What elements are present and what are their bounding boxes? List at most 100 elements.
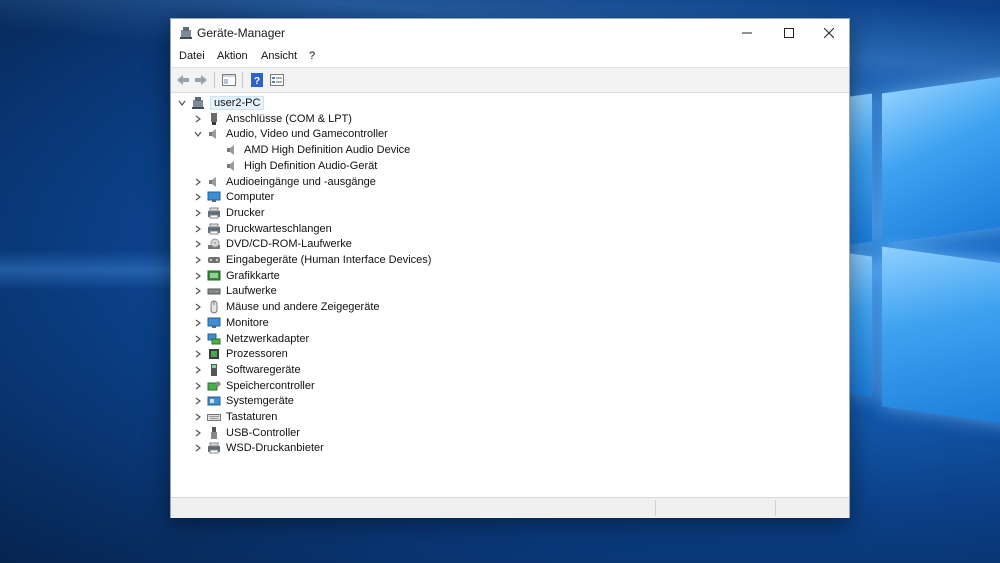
tree-category[interactable]: Eingabegeräte (Human Interface Devices) — [193, 252, 431, 268]
tree-device-label: High Definition Audio-Gerät — [244, 159, 378, 172]
close-button[interactable] — [809, 19, 849, 47]
title-bar[interactable]: Geräte-Manager — [171, 19, 849, 47]
chevron-down-icon[interactable] — [193, 129, 203, 139]
status-bar — [171, 497, 849, 518]
tree-category[interactable]: Monitore — [193, 315, 269, 331]
tree-category[interactable]: USB-Controller — [193, 425, 300, 441]
chevron-right-icon[interactable] — [193, 334, 203, 344]
tree-category-label: Monitore — [226, 316, 269, 329]
printer-icon — [207, 222, 221, 236]
tree-category[interactable]: WSD-Druckanbieter — [193, 440, 324, 456]
chevron-right-icon[interactable] — [193, 208, 203, 218]
view-icon[interactable] — [269, 72, 285, 88]
tree-category[interactable]: Systemgeräte — [193, 393, 294, 409]
tree-category-label: Mäuse und andere Zeigegeräte — [226, 301, 380, 314]
chevron-right-icon[interactable] — [193, 349, 203, 359]
chevron-right-icon[interactable] — [193, 302, 203, 312]
tree-category[interactable]: Tastaturen — [193, 409, 277, 425]
chevron-right-icon[interactable] — [193, 443, 203, 453]
tree-category-label: Eingabegeräte (Human Interface Devices) — [226, 254, 432, 266]
tree-category[interactable]: Speichercontroller — [193, 378, 315, 394]
tree-category-label: DVD/CD-ROM-Laufwerke — [226, 238, 352, 251]
forward-arrow-icon[interactable] — [193, 72, 209, 88]
tree-category[interactable]: Grafikkarte — [193, 268, 280, 284]
chevron-right-icon[interactable] — [193, 396, 203, 406]
chevron-right-icon[interactable] — [193, 318, 203, 328]
tree-device[interactable]: AMD High Definition Audio Device — [225, 142, 410, 158]
help-icon[interactable]: ? — [249, 72, 265, 88]
tree-category[interactable]: Laufwerke — [193, 283, 277, 299]
tree-category-label: Anschlüsse (COM & LPT) — [226, 112, 352, 125]
speaker-icon — [225, 143, 239, 157]
chevron-right-icon[interactable] — [193, 428, 203, 438]
minimize-button[interactable] — [727, 19, 767, 47]
chevron-right-icon[interactable] — [193, 114, 203, 124]
speaker-icon — [225, 159, 239, 173]
device-manager-icon — [179, 26, 193, 40]
menu-help[interactable]: ? — [309, 50, 315, 62]
tree-category[interactable]: Audioeingänge und -ausgänge — [193, 174, 376, 190]
minimize-icon — [742, 32, 752, 34]
system-device-icon — [207, 394, 221, 408]
toolbar-separator — [242, 72, 243, 88]
tree-category[interactable]: Audio, Video und Gamecontroller — [193, 126, 388, 142]
chevron-right-icon[interactable] — [193, 412, 203, 422]
tree-category-label: WSD-Druckanbieter — [226, 442, 324, 455]
menu-ansicht[interactable]: Ansicht — [261, 50, 297, 62]
tree-category-label: Druckwarteschlangen — [226, 222, 332, 235]
chevron-right-icon[interactable] — [193, 177, 203, 187]
tree-category-label: Computer — [226, 191, 275, 204]
printer-icon — [207, 441, 221, 455]
chevron-right-icon[interactable] — [193, 255, 203, 265]
tree-category-label: Laufwerke — [226, 285, 277, 298]
properties-icon[interactable] — [221, 72, 237, 88]
tree-category[interactable]: Drucker — [193, 205, 265, 221]
tree-category[interactable]: Mäuse und andere Zeigegeräte — [193, 299, 380, 315]
chevron-right-icon[interactable] — [193, 224, 203, 234]
tree-device-label: AMD High Definition Audio Device — [244, 144, 411, 157]
chevron-right-icon[interactable] — [193, 381, 203, 391]
tree-category[interactable]: Anschlüsse (COM & LPT) — [193, 111, 352, 127]
chevron-right-icon[interactable] — [193, 365, 203, 375]
chevron-right-icon[interactable] — [193, 286, 203, 296]
tree-category[interactable]: Druckwarteschlangen — [193, 221, 332, 237]
back-arrow-icon[interactable] — [175, 72, 191, 88]
windows-logo-wallpaper — [850, 72, 1000, 475]
chevron-right-icon[interactable] — [193, 192, 203, 202]
tree-category-label: Softwaregeräte — [226, 363, 301, 376]
tree-root[interactable]: user2-PC — [177, 95, 265, 111]
menu-aktion[interactable]: Aktion — [217, 50, 248, 62]
speaker-icon — [207, 175, 221, 189]
printer-icon — [207, 206, 221, 220]
status-segment — [775, 500, 848, 516]
tree-category-label: Audioeingänge und -ausgänge — [226, 175, 376, 188]
chevron-right-icon[interactable] — [193, 239, 203, 249]
maximize-icon — [784, 28, 794, 38]
tree-device[interactable]: High Definition Audio-Gerät — [225, 158, 377, 174]
tree-category[interactable]: Softwaregeräte — [193, 362, 301, 378]
maximize-button[interactable] — [769, 19, 809, 47]
chevron-right-icon[interactable] — [193, 271, 203, 281]
mouse-icon — [207, 300, 221, 314]
tree-category-label: Prozessoren — [226, 348, 288, 361]
tree-category-label: Systemgeräte — [226, 395, 294, 408]
network-adapter-icon — [207, 332, 221, 346]
tree-category-label: Netzwerkadapter — [226, 332, 310, 345]
monitor-icon — [207, 316, 221, 330]
processor-icon — [207, 347, 221, 361]
menu-datei[interactable]: Datei — [179, 50, 205, 62]
port-icon — [207, 112, 221, 126]
chevron-down-icon[interactable] — [177, 98, 187, 108]
tree-category-label: Audio, Video und Gamecontroller — [226, 128, 388, 141]
tree-category[interactable]: Computer — [193, 189, 274, 205]
tree-category-label: USB-Controller — [226, 426, 300, 439]
tree-category[interactable]: DVD/CD-ROM-Laufwerke — [193, 236, 352, 252]
tree-category-label: Speichercontroller — [226, 379, 315, 392]
tree-category[interactable]: Prozessoren — [193, 346, 288, 362]
tree-category[interactable]: Netzwerkadapter — [193, 331, 309, 347]
menu-bar: Datei Aktion Ansicht ? — [171, 47, 849, 67]
hid-icon — [207, 253, 221, 267]
usb-icon — [207, 426, 221, 440]
tree-root-label: user2-PC — [210, 96, 265, 110]
tree-category-label: Drucker — [226, 206, 265, 219]
